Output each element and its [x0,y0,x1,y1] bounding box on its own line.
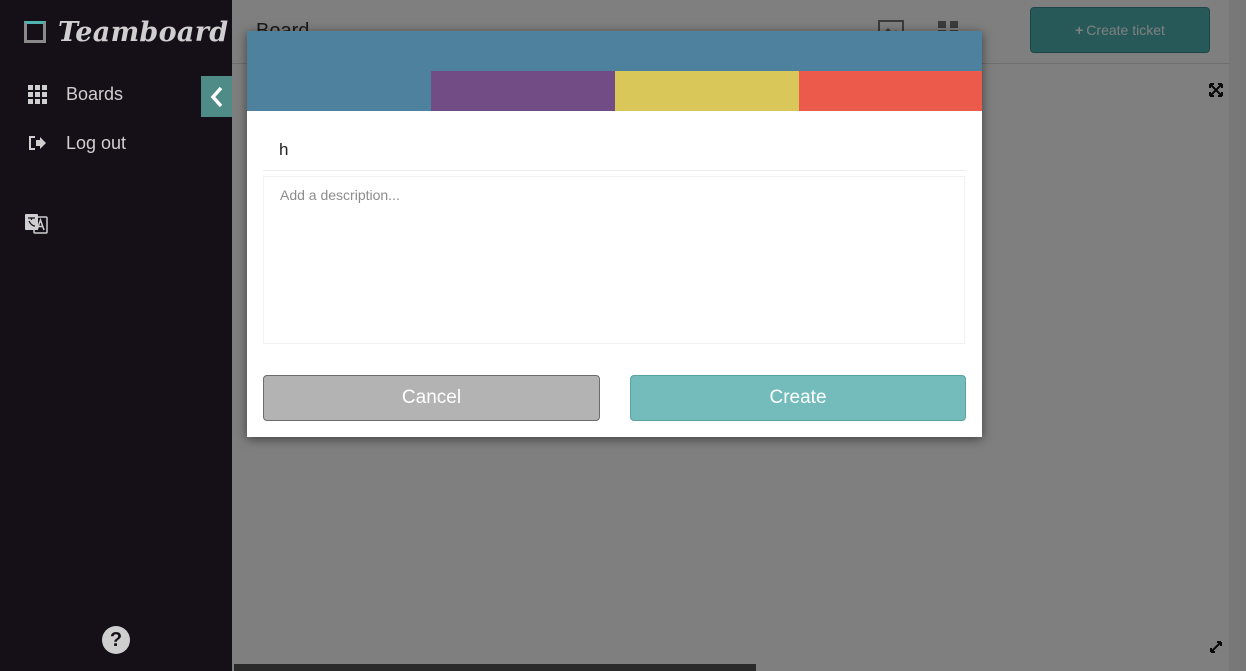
sidebar-item-boards[interactable]: Boards [26,83,123,105]
sidebar-item-logout[interactable]: Log out [26,132,126,154]
color-swatch-red[interactable] [799,71,982,111]
sidebar-item-label: Log out [66,132,127,153]
create-ticket-dialog: Cancel Create [247,31,982,437]
app-name: Teamboard [58,16,229,48]
dialog-color-header [247,31,982,111]
sidebar: Teamboard Boards Log out ? [0,0,232,671]
logo-mark-icon [24,21,46,43]
selected-color-bar [247,31,982,71]
ticket-description-input[interactable] [263,176,965,344]
logout-icon [26,132,48,154]
chevron-left-icon [210,86,222,107]
grid-icon [26,83,48,105]
translate-icon[interactable] [24,211,48,235]
sidebar-item-label: Boards [66,83,124,104]
color-swatch-yellow[interactable] [615,71,799,111]
cancel-button[interactable]: Cancel [263,375,600,421]
color-swatch-blue[interactable] [247,71,431,111]
help-icon[interactable]: ? [102,626,130,654]
collapse-sidebar-button[interactable] [201,76,232,117]
ticket-title-input[interactable] [263,129,965,171]
color-swatch-purple[interactable] [431,71,615,111]
create-button[interactable]: Create [630,375,966,421]
app-logo[interactable]: Teamboard [24,14,228,50]
